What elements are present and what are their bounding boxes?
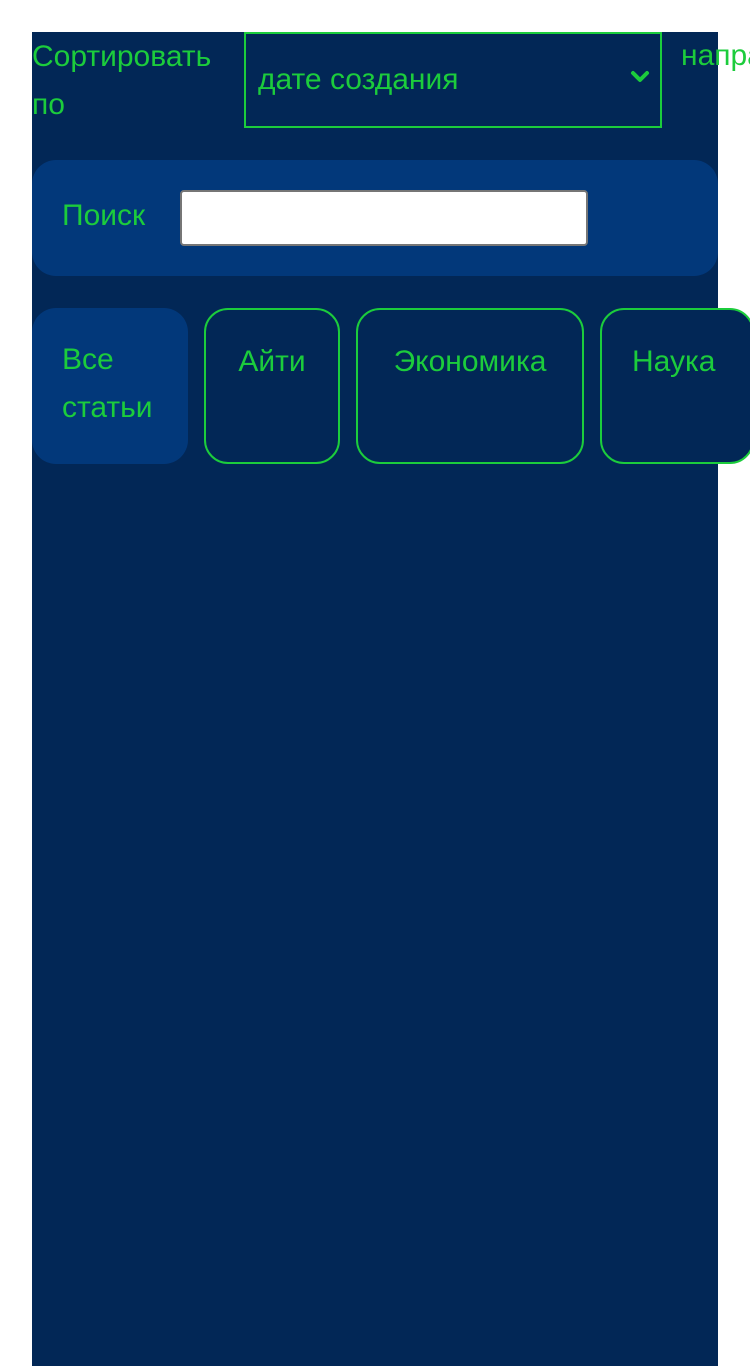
sort-direction-label: направление — [681, 39, 750, 72]
search-label: Поиск — [62, 199, 146, 232]
tab-all-articles[interactable]: Все статьи — [32, 308, 188, 464]
chevron-down-icon — [631, 71, 649, 82]
tab-economics[interactable]: Экономика — [356, 308, 584, 464]
tab-science[interactable]: Наука — [600, 308, 750, 464]
tab-it[interactable]: Айти — [204, 308, 340, 464]
sort-controls: Сортировать по дате создания направление — [32, 32, 750, 128]
sort-label: Сортировать по — [32, 40, 212, 121]
sort-field-select[interactable]: дате создания — [244, 32, 662, 128]
search-panel: Поиск — [32, 160, 718, 276]
category-tabs: Все статьи Айти Экономика Наука — [32, 308, 750, 464]
search-input[interactable] — [180, 190, 588, 246]
sort-field-value: дате создания — [258, 63, 459, 96]
